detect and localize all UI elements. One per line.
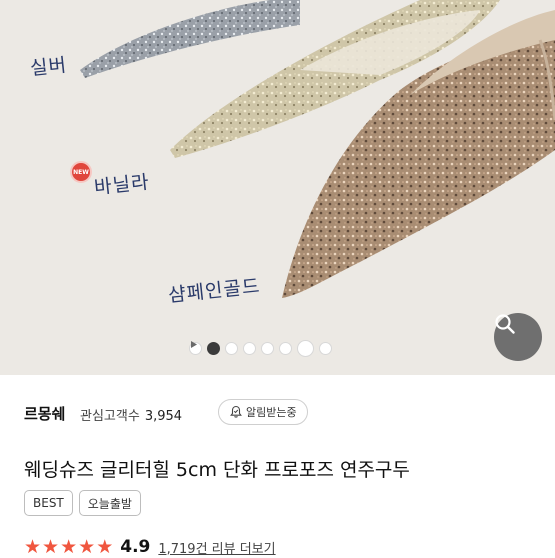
pagination-dot[interactable]: [279, 342, 292, 355]
rating-row: ★ ★ ★ ★ ★ 4.9 1,719건 리뷰 더보기: [24, 537, 276, 557]
search-icon: [495, 314, 515, 334]
bell-icon: [230, 405, 242, 418]
label-vanilla: 바닐라: [93, 171, 151, 199]
new-badge: NEW: [70, 161, 92, 183]
product-tags: BEST 오늘출발: [24, 490, 141, 516]
pagination-dot[interactable]: [319, 342, 332, 355]
star-icon: ★: [78, 535, 96, 558]
watchers-label: 관심고객수: [80, 409, 140, 424]
watchers-value: 3,954: [144, 409, 183, 424]
rating-score: 4.9: [120, 537, 151, 557]
star-icon: ★: [42, 535, 60, 558]
reviews-link[interactable]: 1,719건 리뷰 더보기: [158, 538, 275, 557]
star-icon: ★: [60, 535, 78, 558]
watchers-count: 관심고객수 3,954: [80, 405, 182, 424]
product-info: 르몽쉐 관심고객수 3,954 알림받는중 웨딩슈즈 글리터힐 5cm 단화 프로…: [0, 375, 555, 557]
pagination-dot[interactable]: [261, 342, 274, 355]
star-icon: ★: [96, 535, 114, 558]
image-search-button[interactable]: [494, 313, 542, 361]
brand-name[interactable]: 르몽쉐: [24, 403, 65, 424]
label-silver: 실버: [29, 54, 69, 80]
tag-today-shipping: 오늘출발: [78, 490, 141, 516]
alert-label: 알림받는중: [246, 406, 297, 419]
store-alert-button[interactable]: 알림받는중: [218, 399, 308, 425]
gallery-pagination: [189, 340, 332, 357]
pagination-dot-active[interactable]: [207, 342, 220, 355]
video-slide-dot[interactable]: [191, 340, 314, 357]
tag-best: BEST: [24, 490, 73, 516]
product-image-gallery[interactable]: 실버 NEW 바닐라 샴페인골드: [0, 0, 555, 375]
play-icon: [191, 341, 197, 348]
glitter-shoes-image: [80, 0, 555, 298]
pagination-dot[interactable]: [243, 342, 256, 355]
product-title: 웨딩슈즈 글리터힐 5cm 단화 프로포즈 연주구두: [24, 459, 410, 481]
star-icon: ★: [24, 535, 42, 558]
pagination-dot[interactable]: [225, 342, 238, 355]
